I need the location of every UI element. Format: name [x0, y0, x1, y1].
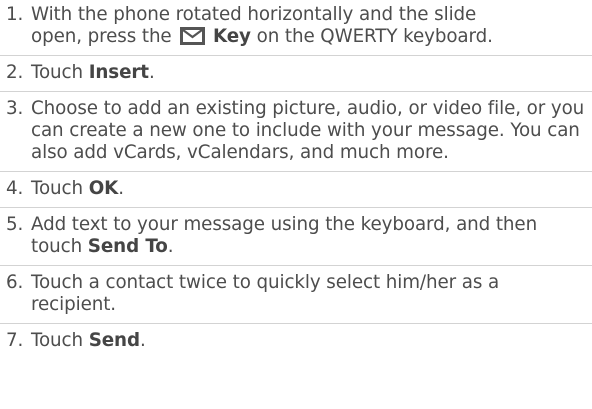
step-6: 6. Touch a contact twice to quickly sele…	[0, 272, 592, 324]
step-text-line: on the QWERTY keyboard.	[256, 26, 493, 47]
step-text-line: open, press the	[31, 26, 172, 47]
step-text: With the phone rotated horizontally and …	[31, 4, 592, 48]
step-text: Touch a contact twice to quickly select …	[31, 272, 500, 315]
step-text: Choose to add an existing picture, audio…	[31, 98, 585, 163]
envelope-icon	[180, 27, 206, 45]
step-text: Touch Insert.	[31, 62, 592, 84]
ok-label: OK	[88, 178, 119, 199]
step-text-post: .	[148, 62, 155, 83]
step-number: 2.	[6, 62, 24, 83]
step-number: 3.	[6, 98, 24, 119]
step-2: 2. Touch Insert.	[0, 62, 592, 92]
step-number: 7.	[6, 330, 24, 351]
steps-list: 1. With the phone rotated horizontally a…	[0, 4, 592, 359]
key-label: Key	[213, 26, 251, 47]
step-text: Touch Send.	[31, 330, 592, 352]
step-5: 5. Add text to your message using the ke…	[0, 214, 592, 266]
step-number: 4.	[6, 178, 24, 199]
step-text-line: With the phone rotated horizontally and …	[31, 4, 477, 25]
step-3: 3. Choose to add an existing picture, au…	[0, 98, 592, 172]
step-text-post: .	[139, 330, 146, 351]
step-text-post: .	[167, 236, 174, 257]
step-text-pre: Touch	[31, 62, 83, 83]
instruction-document: 1. With the phone rotated horizontally a…	[0, 0, 592, 409]
step-text-pre: Touch	[31, 330, 83, 351]
send-label: Send	[88, 330, 140, 351]
step-number: 1.	[6, 4, 24, 25]
step-text: Add text to your message using the keybo…	[31, 214, 592, 258]
step-number: 5.	[6, 214, 24, 235]
step-4: 4. Touch OK.	[0, 178, 592, 208]
step-number: 6.	[6, 272, 24, 293]
step-text-pre: Touch	[31, 178, 83, 199]
step-7: 7. Touch Send.	[0, 330, 592, 359]
send-to-label: Send To	[87, 236, 168, 257]
step-1: 1. With the phone rotated horizontally a…	[0, 4, 592, 56]
insert-label: Insert	[88, 62, 149, 83]
step-text: Touch OK.	[31, 178, 592, 200]
step-text-post: .	[118, 178, 124, 199]
